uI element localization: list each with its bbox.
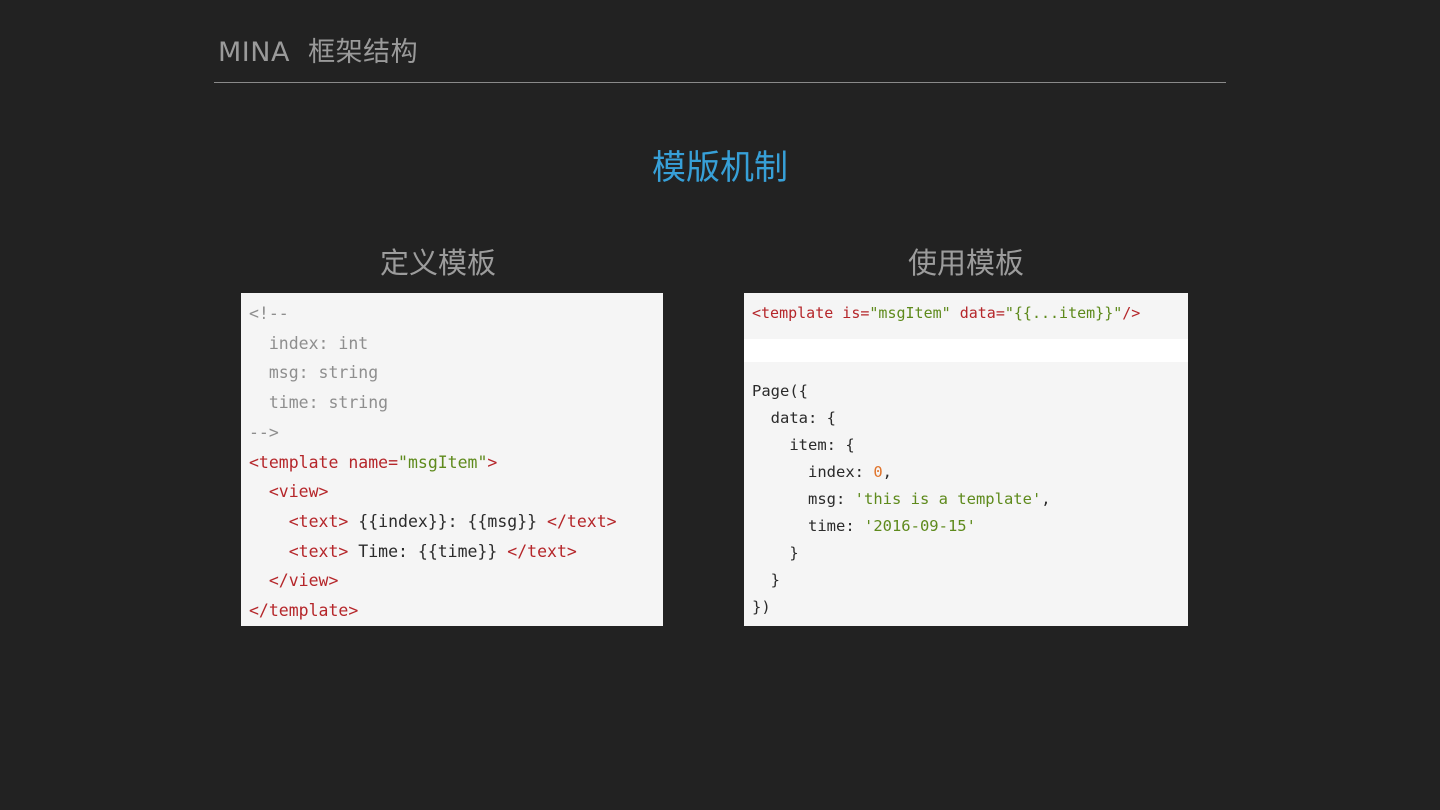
code-line: item: {	[752, 432, 1051, 459]
code-token: data: {	[752, 409, 836, 427]
code-token: time:	[752, 517, 864, 535]
code-line: time: string	[249, 388, 617, 418]
code-line: index: int	[249, 329, 617, 359]
code-block-separator	[744, 339, 1188, 362]
code-lines: <!-- index: int msg: string time: string…	[249, 299, 617, 626]
code-token: <text>	[249, 511, 349, 531]
slide-header-title: MINA 框架结构	[218, 37, 419, 68]
code-token: <template is=	[752, 304, 870, 322]
code-token: <!--	[249, 304, 289, 323]
code-line: msg: string	[249, 358, 617, 388]
slide-main-title: 模版机制	[652, 148, 788, 188]
code-line: })	[752, 594, 1051, 621]
code-token: </template>	[249, 601, 359, 621]
code-line: </view>	[249, 566, 617, 596]
code-token: item: {	[752, 436, 855, 454]
code-token: 0	[873, 463, 883, 481]
code-token: time: string	[249, 393, 389, 413]
code-line: -->	[249, 418, 617, 448]
code-line: <template name="msgItem">	[249, 448, 617, 478]
code-token: })	[752, 598, 771, 616]
code-line: <text> {{index}}: {{msg}} </text>	[249, 507, 617, 537]
code-token: msg:	[752, 490, 855, 508]
code-line: <view>	[249, 477, 617, 507]
code-token: {{index}}: {{msg}}	[348, 511, 548, 531]
code-lines: Page({ data: { item: { index: 0, msg: 't…	[752, 378, 1051, 621]
code-token: -->	[249, 422, 279, 442]
code-token: "msgItem"	[869, 304, 951, 322]
code-token: <text>	[249, 541, 349, 561]
define-template-heading: 定义模板	[379, 246, 496, 280]
use-template-code-block: <template is="msgItem" data="{{...item}}…	[744, 293, 1188, 339]
code-token: 'this is a template'	[854, 490, 1042, 508]
code-token: }	[752, 544, 799, 562]
code-token: msg: string	[249, 363, 379, 383]
code-line: }	[752, 567, 1051, 594]
code-lines: <template is="msgItem" data="{{...item}}…	[752, 298, 1140, 328]
code-token: Time: {{time}}	[348, 541, 508, 561]
code-token: </view>	[249, 571, 339, 591]
code-token: '2016-09-15'	[863, 517, 976, 535]
code-line: msg: 'this is a template',	[752, 486, 1051, 513]
code-token: >	[487, 452, 498, 472]
code-line: <!--	[249, 299, 617, 329]
code-token: "msgItem"	[398, 452, 488, 472]
code-token: <template name=	[249, 452, 399, 472]
code-token: />	[1122, 304, 1141, 322]
code-token: "{{...item}}"	[1004, 304, 1123, 322]
code-line: <template is="msgItem" data="{{...item}}…	[752, 298, 1140, 328]
code-line: }	[752, 540, 1051, 567]
code-token: ,	[1041, 490, 1051, 508]
code-token: }	[752, 571, 780, 589]
define-template-code-block: <!-- index: int msg: string time: string…	[241, 293, 663, 626]
code-line: </template>	[249, 596, 617, 626]
code-token: <view>	[249, 482, 329, 502]
code-line: index: 0,	[752, 459, 1051, 486]
code-line: <text> Time: {{time}} </text>	[249, 537, 617, 567]
code-line: Page({	[752, 378, 1051, 405]
code-token: index: int	[249, 333, 369, 353]
code-line: time: '2016-09-15'	[752, 513, 1051, 540]
code-token: data=	[950, 304, 1005, 322]
code-token: </text>	[507, 541, 577, 561]
use-template-heading: 使用模板	[907, 246, 1024, 280]
code-line: data: {	[752, 405, 1051, 432]
code-token: Page({	[752, 382, 808, 400]
page-data-code-block: Page({ data: { item: { index: 0, msg: 't…	[744, 362, 1188, 626]
code-token: </text>	[547, 511, 617, 531]
header-divider	[214, 82, 1226, 83]
code-token: ,	[882, 463, 893, 481]
code-token: index:	[752, 463, 874, 481]
